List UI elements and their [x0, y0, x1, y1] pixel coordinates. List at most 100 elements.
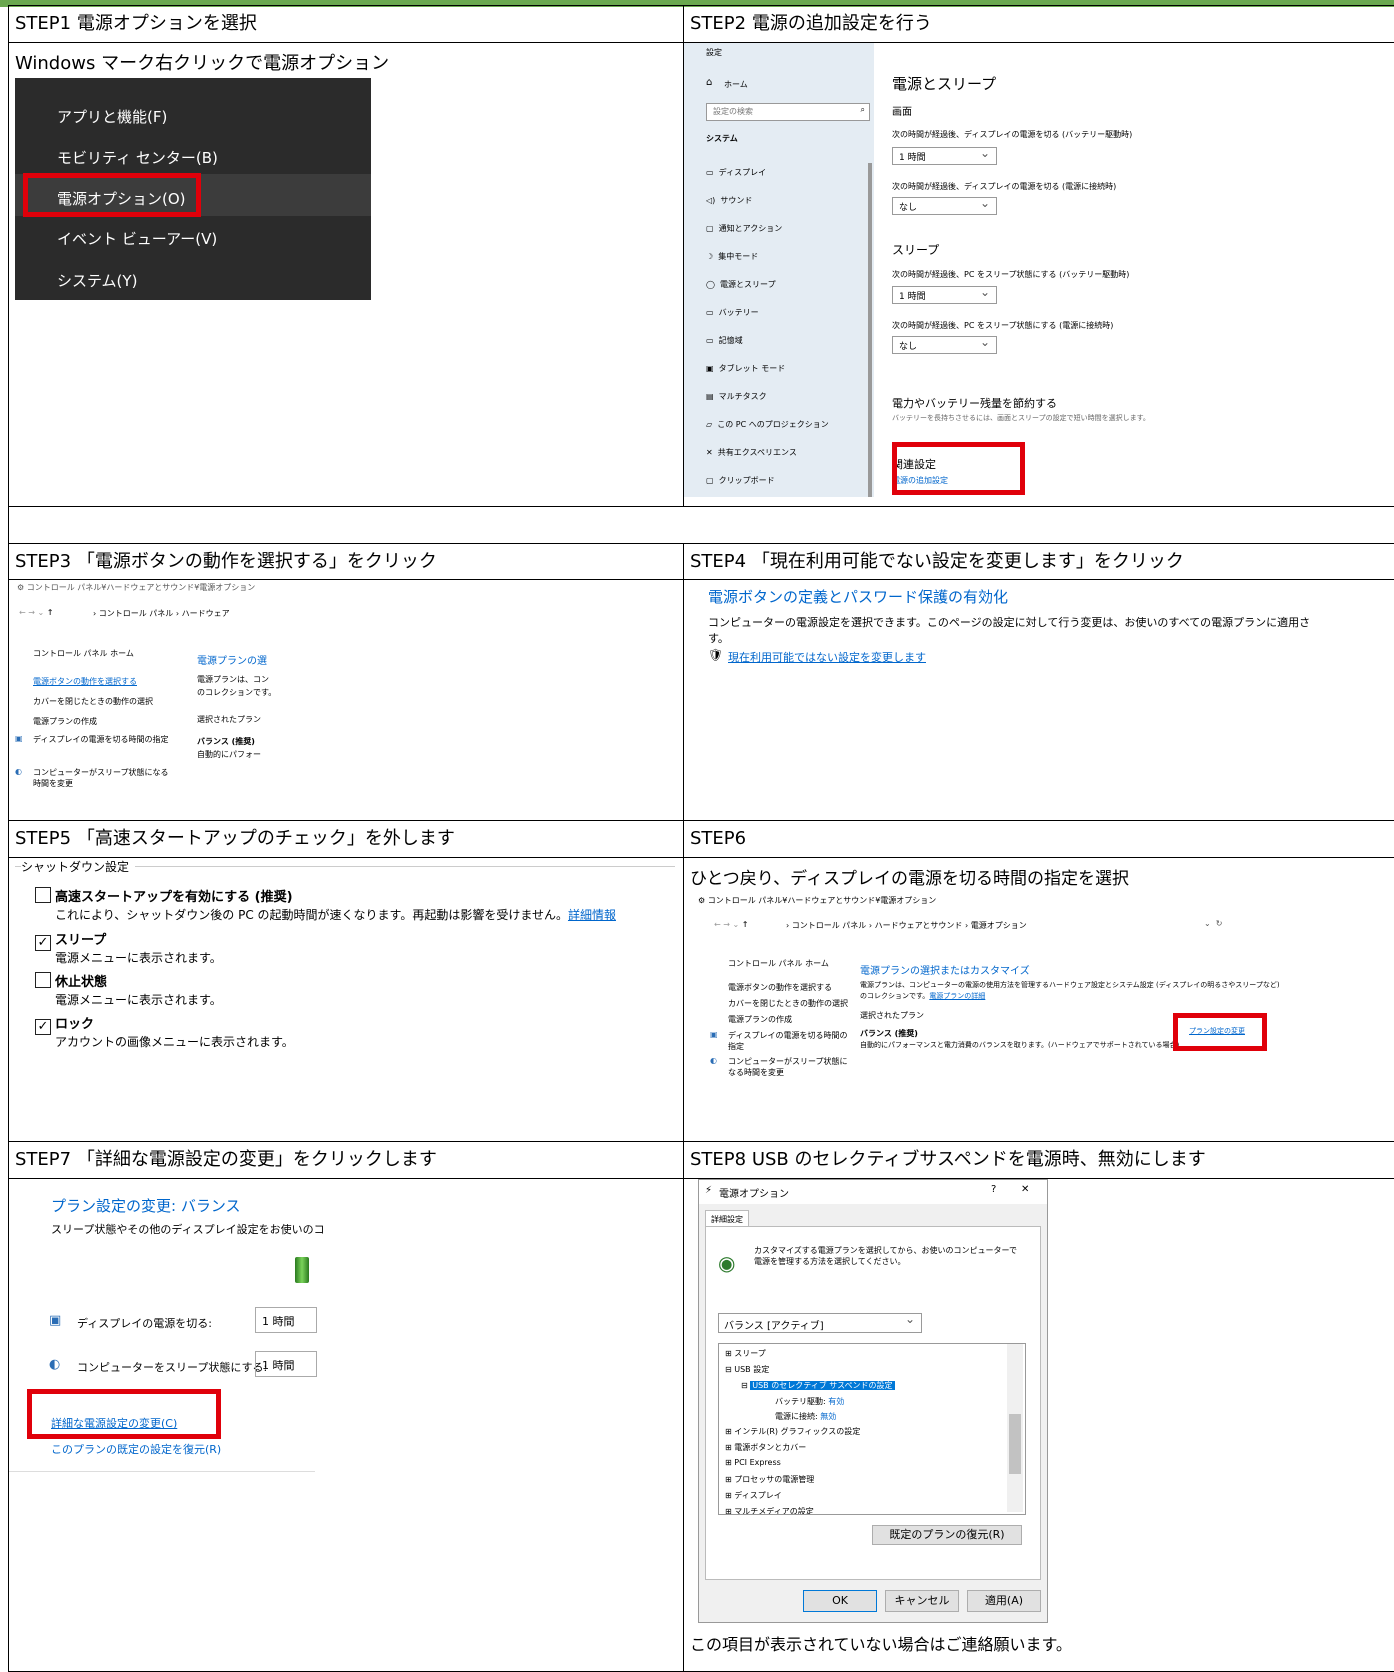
plan-balanced-desc: 自動的にパフォーマンスと電力消費のバランスを取ります。(ハードウェアでサポートさ… — [860, 1040, 1180, 1049]
sleep-batt-dropdown[interactable]: 1 時間 — [892, 285, 997, 304]
hibernate-checkbox[interactable]: 休止状態 — [35, 971, 107, 990]
nav-focus[interactable]: ☽ 集中モード — [706, 251, 758, 262]
breadcrumb[interactable]: › コントロール パネル › ハードウェアとサウンド › 電源オプション — [786, 920, 1027, 931]
sleep-desc: 電源メニューに表示されます。 — [55, 950, 222, 965]
context-menu: アプリと機能(F) モビリティ センター(B) 電源オプション(O) イベント … — [15, 77, 371, 300]
tree-usb[interactable]: ⊟ USB 設定 — [725, 1364, 769, 1375]
moon-icon: ◐ — [49, 1357, 61, 1373]
link-display-off[interactable]: ディスプレイの電源を切る時間の指定 — [728, 1030, 854, 1052]
apply-button[interactable]: 適用(A) — [967, 1590, 1041, 1613]
display-off-dropdown[interactable]: 1 時間 — [255, 1307, 317, 1334]
tree-plugged[interactable]: 電源に接続: 無効 — [775, 1411, 836, 1422]
cancel-button[interactable]: キャンセル — [885, 1590, 959, 1613]
highlight-box — [27, 1389, 221, 1440]
restore-defaults-link[interactable]: このプランの既定の設定を復元(R) — [51, 1441, 221, 1457]
link-display-off[interactable]: ディスプレイの電源を切る時間の指定 — [33, 734, 173, 745]
tree-multimedia[interactable]: ⊞ マルチメディアの設定 — [725, 1506, 814, 1514]
link-sleep-time[interactable]: コンピューターがスリープ状態になる時間を変更 — [33, 767, 173, 789]
link-create-plan[interactable]: 電源プランの作成 — [33, 716, 97, 727]
fast-startup-checkbox[interactable]: 高速スタートアップを有効にする (推奨) — [35, 886, 293, 905]
plan-balanced[interactable]: バランス (推奨) — [860, 1028, 918, 1039]
link-power-button[interactable]: 電源ボタンの動作を選択する — [728, 982, 832, 993]
display-icon: ▣ — [49, 1313, 62, 1329]
link-lid[interactable]: カバーを閉じたときの動作の選択 — [33, 696, 153, 707]
lock-checkbox[interactable]: ✓ ロック — [35, 1013, 94, 1035]
tree-display[interactable]: ⊞ ディスプレイ — [725, 1490, 782, 1501]
tree-graphics[interactable]: ⊞ インテル(R) グラフィックスの設定 — [725, 1426, 860, 1437]
sleep-dropdown[interactable]: 1 時間 — [255, 1351, 317, 1378]
divider — [9, 1471, 315, 1473]
menu-item-system[interactable]: システム(Y) — [57, 270, 137, 291]
change-unavailable-link[interactable]: 現在利用可能ではない設定を変更します — [728, 649, 926, 665]
more-info-link[interactable]: 詳細情報 — [568, 908, 616, 922]
tree-battery[interactable]: バッテリ駆動: 有効 — [775, 1396, 844, 1407]
tree-scrollbar[interactable] — [1007, 1344, 1023, 1513]
help-button[interactable]: ? — [991, 1184, 996, 1195]
nav-home[interactable]: ホーム — [724, 79, 748, 90]
window-path: ⚙ コントロール パネル¥ハードウェアとサウンド¥電源オプション — [17, 583, 256, 593]
nav-power-sleep[interactable]: ◯ 電源とスリープ — [706, 279, 776, 290]
menu-item-event-viewer[interactable]: イベント ビューアー(V) — [57, 228, 217, 249]
nav-storage[interactable]: ▭ 記憶域 — [706, 335, 743, 346]
nav-multitask[interactable]: ▤ マルチタスク — [706, 391, 767, 402]
search-icon: ⌕ — [860, 104, 865, 114]
menu-item-apps[interactable]: アプリと機能(F) — [57, 106, 167, 127]
link-sleep-time[interactable]: コンピューターがスリープ状態になる時間を変更 — [728, 1056, 854, 1078]
power-plan-icon: ◉ — [718, 1251, 736, 1276]
nav-tablet[interactable]: ▣ タブレット モード — [706, 363, 785, 374]
nav-clipboard[interactable]: ▢ クリップボード — [706, 475, 775, 486]
step4-content: 電源ボタンの定義とパスワード保護の有効化 コンピューターの電源設定を選択できます… — [683, 579, 1394, 822]
steps-table: STEP1 電源オプションを選択 STEP2 電源の追加設定を行う Window… — [8, 5, 1394, 1672]
link-lid[interactable]: カバーを閉じたときの動作の選択 — [728, 998, 848, 1009]
page-heading: プラン設定の変更: バランス — [51, 1197, 241, 1216]
tree-power-button[interactable]: ⊞ 電源ボタンとカバー — [725, 1442, 806, 1453]
scroll-thumb[interactable] — [1009, 1414, 1021, 1475]
settings-sidebar: 設定 ⌂ ホーム 設定の検索 ⌕ システム ▭ ディスプレイ ◁) サウンド ▢… — [684, 43, 874, 497]
screen-batt-dropdown[interactable]: 1 時間 — [892, 146, 997, 165]
sidebar-scrollbar[interactable] — [868, 162, 872, 497]
screen-ac-dropdown[interactable]: なし — [892, 196, 997, 215]
plan-details-link[interactable]: 電源プランの詳細 — [929, 992, 985, 1000]
nav-battery[interactable]: ▭ バッテリー — [706, 307, 759, 318]
note-text: この項目が表示されていない場合はご連絡願います。 — [690, 1635, 1072, 1655]
step5-header: STEP5 「高速スタートアップのチェック」を外します — [8, 820, 684, 858]
cp-home[interactable]: コントロール パネル ホーム — [728, 958, 829, 969]
refresh-icon[interactable]: ⌄ ↻ — [1204, 919, 1223, 928]
sleep-ac-dropdown[interactable]: なし — [892, 335, 997, 354]
settings-main: 電源とスリープ 画面 次の時間が経過後、ディスプレイの電源を切る (バッテリー駆… — [874, 43, 1150, 497]
restore-plan-button[interactable]: 既定のプランの復元(R) — [872, 1525, 1022, 1546]
lock-desc: アカウントの画像メニューに表示されます。 — [55, 1034, 294, 1049]
plan-balanced[interactable]: バランス (推奨) — [197, 736, 255, 747]
settings-search-box[interactable]: 設定の検索 ⌕ — [706, 102, 870, 121]
breadcrumb[interactable]: › コントロール パネル › ハードウェア — [93, 608, 230, 619]
home-icon: ⌂ — [706, 76, 713, 88]
tree-pci[interactable]: ⊞ PCI Express — [725, 1458, 781, 1467]
nav-projection[interactable]: ▱ この PC へのプロジェクション — [706, 419, 829, 430]
sleep-heading: スリープ — [892, 242, 940, 257]
nav-sound[interactable]: ◁) サウンド — [706, 195, 752, 206]
nav-section-system: システム — [706, 133, 738, 143]
ok-button[interactable]: OK — [803, 1590, 877, 1613]
tree-sleep[interactable]: ⊞ スリープ — [725, 1348, 766, 1359]
nav-arrows-icon[interactable]: ← → ⌄ ↑ — [19, 608, 53, 617]
tree-usb-selective[interactable]: ⊟ USB のセレクティブ サスペンドの設定 — [741, 1380, 895, 1391]
tree-processor[interactable]: ⊞ プロセッサの電源管理 — [725, 1474, 814, 1485]
step8-header: STEP8 USB のセレクティブサスペンドを電源時、無効にします — [683, 1141, 1394, 1180]
menu-item-mobility[interactable]: モビリティ センター(B) — [57, 147, 218, 168]
page-desc-2: す。 — [708, 632, 729, 646]
power-icon: ⚡ — [705, 1185, 713, 1197]
plan-desc-2: のコレクションです。電源プランの詳細 — [860, 991, 986, 1000]
display-off-label: ディスプレイの電源を切る: — [77, 1317, 212, 1331]
sleep-label: コンピューターをスリープ状態にする: — [77, 1361, 268, 1375]
page-desc: コンピューターの電源設定を選択できます。このページの設定に対して行う変更は、お使… — [708, 616, 1311, 630]
sleep-checkbox[interactable]: ✓ スリープ — [35, 929, 106, 951]
plan-select[interactable]: バランス [アクティブ] — [718, 1312, 922, 1334]
nav-display[interactable]: ▭ ディスプレイ — [706, 167, 766, 178]
link-power-button[interactable]: 電源ボタンの動作を選択する — [33, 676, 137, 687]
cp-home[interactable]: コントロール パネル ホーム — [33, 648, 134, 659]
nav-notifications[interactable]: ▢ 通知とアクション — [706, 223, 782, 234]
close-button[interactable]: ✕ — [1021, 1184, 1029, 1195]
link-create-plan[interactable]: 電源プランの作成 — [728, 1014, 792, 1025]
nav-shared[interactable]: ✕ 共有エクスペリエンス — [706, 447, 797, 458]
nav-arrows-icon[interactable]: ← → ⌄ ↑ — [714, 920, 748, 929]
